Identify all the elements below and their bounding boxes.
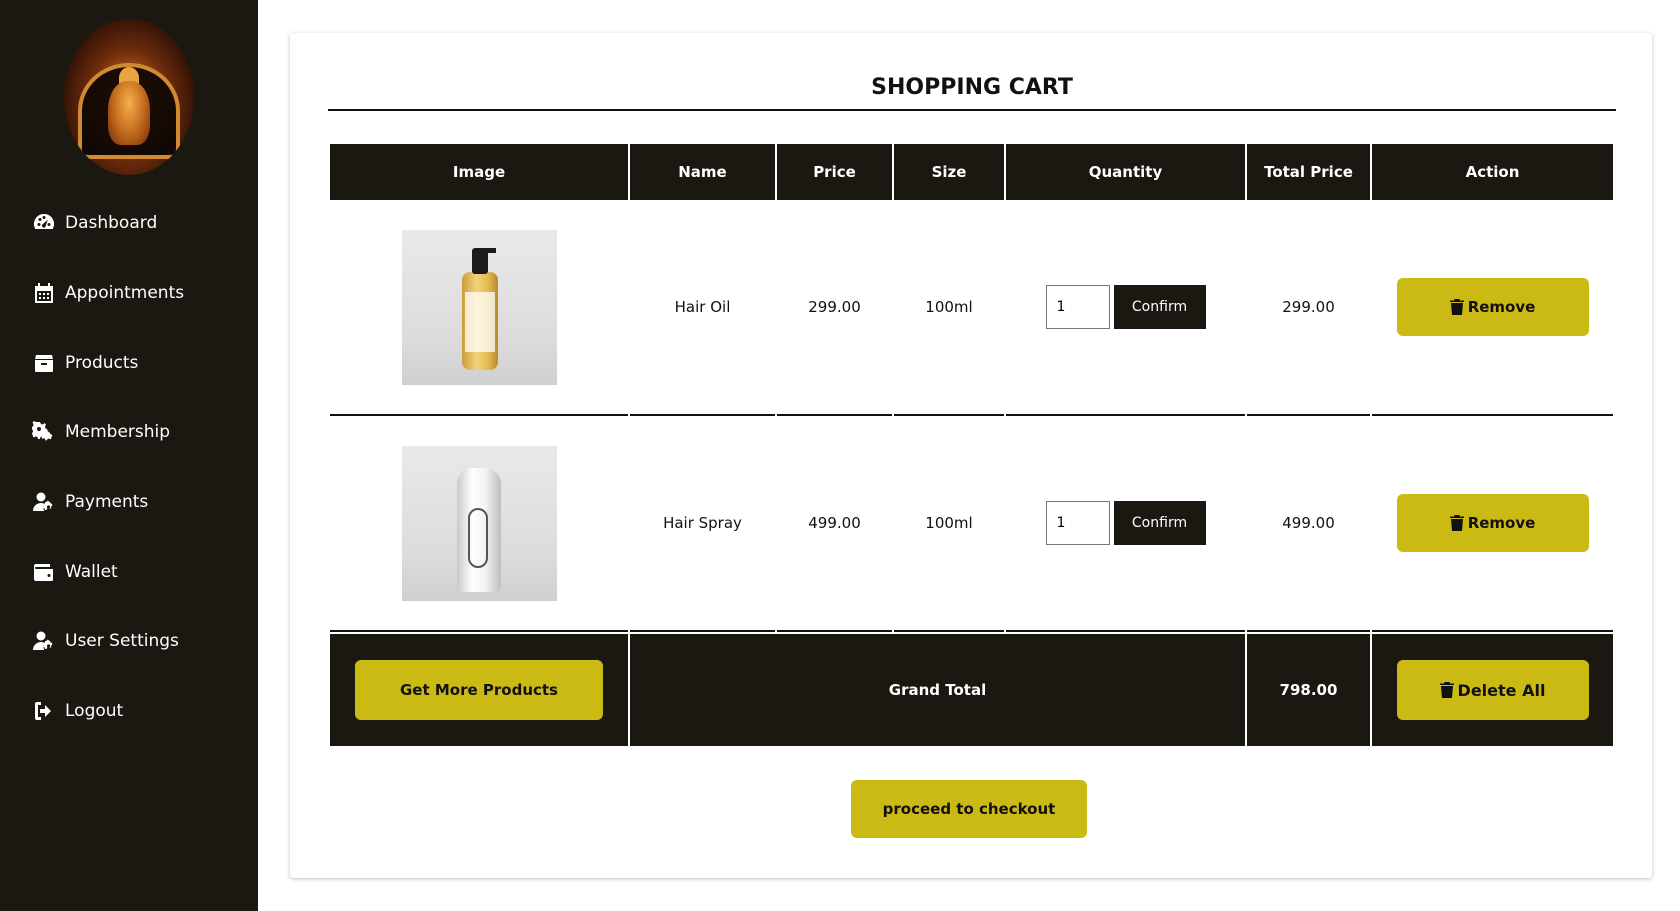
sidebar-item-logout[interactable]: Logout [32, 697, 123, 725]
cart-item-size: 100ml [894, 200, 1004, 416]
title-divider [328, 109, 1616, 111]
cart-item-quantity-cell: Confirm [1006, 416, 1245, 632]
cart-item-action-cell: Remove [1372, 200, 1613, 416]
cart-item-image-cell [330, 416, 628, 632]
sidebar-item-user-settings[interactable]: User Settings [32, 627, 179, 655]
trash-icon [1439, 682, 1454, 698]
wallet-icon [34, 564, 53, 581]
trash-icon [1449, 515, 1464, 531]
quantity-input[interactable] [1045, 285, 1110, 329]
box-icon [35, 355, 53, 372]
get-more-products-button[interactable]: Get More Products [355, 660, 603, 720]
cart-item-image-cell [330, 200, 628, 416]
user-gear-icon [33, 631, 53, 650]
sidebar-item-appointments[interactable]: Appointments [32, 279, 184, 307]
grand-total-label: Grand Total [630, 634, 1245, 746]
cart-item-price: 299.00 [777, 200, 892, 416]
get-more-cell: Get More Products [330, 634, 628, 746]
user-gear-icon [33, 492, 53, 511]
remove-button[interactable]: Remove [1396, 494, 1589, 552]
table-row: Hair Spray 499.00 100ml Confirm 499.00 R… [330, 416, 1613, 632]
sidebar-item-label: Membership [65, 422, 171, 442]
remove-button[interactable]: Remove [1396, 278, 1589, 336]
sidebar-item-label: Wallet [65, 562, 118, 582]
grand-total-row: Get More Products Grand Total 798.00 Del… [330, 634, 1613, 746]
cart-item-action-cell: Remove [1372, 416, 1613, 632]
temple-logo [64, 19, 194, 175]
sidebar-item-label: Logout [65, 701, 124, 721]
delete-all-cell: Delete All [1372, 634, 1613, 746]
cart-item-name: Hair Oil [630, 200, 775, 416]
hair-oil-image [401, 229, 557, 385]
sidebar-item-payments[interactable]: Payments [32, 488, 148, 516]
remove-label: Remove [1467, 514, 1536, 532]
sidebar-item-label: Appointments [65, 283, 185, 303]
sidebar-item-membership[interactable]: Membership [32, 418, 170, 446]
sidebar: Dashboard Appointments Products Membersh… [0, 0, 258, 911]
cart-table: Image Name Price Size Quantity Total Pri… [328, 144, 1615, 746]
gears-icon [32, 421, 53, 441]
cart-item-total: 299.00 [1247, 200, 1370, 416]
cart-item-size: 100ml [894, 416, 1004, 632]
dashboard-icon [33, 213, 55, 229]
sidebar-item-label: Dashboard [65, 213, 158, 233]
cart-card: SHOPPING CART Image Name Price Size Quan… [290, 33, 1652, 878]
sidebar-item-label: User Settings [65, 631, 179, 651]
remove-label: Remove [1467, 298, 1536, 316]
sidebar-item-products[interactable]: Products [32, 349, 138, 377]
trash-icon [1449, 299, 1464, 315]
confirm-button[interactable]: Confirm [1113, 501, 1206, 545]
column-header-quantity: Quantity [1006, 144, 1245, 200]
calendar-icon [35, 283, 53, 303]
sidebar-item-label: Products [65, 353, 139, 373]
column-header-name: Name [630, 144, 775, 200]
column-header-size: Size [894, 144, 1004, 200]
column-header-price: Price [777, 144, 892, 200]
column-header-image: Image [330, 144, 628, 200]
grand-total-value: 798.00 [1247, 634, 1370, 746]
delete-all-label: Delete All [1457, 680, 1546, 700]
cart-item-name: Hair Spray [630, 416, 775, 632]
cart-item-total: 499.00 [1247, 416, 1370, 632]
cart-item-price: 499.00 [777, 416, 892, 632]
page-title: SHOPPING CART [871, 75, 1073, 100]
cart-item-quantity-cell: Confirm [1006, 200, 1245, 416]
proceed-to-checkout-button[interactable]: proceed to checkout [851, 780, 1087, 838]
delete-all-button[interactable]: Delete All [1396, 660, 1589, 720]
quantity-input[interactable] [1045, 501, 1110, 545]
logout-icon [35, 702, 51, 720]
sidebar-item-wallet[interactable]: Wallet [32, 558, 118, 586]
confirm-button[interactable]: Confirm [1113, 285, 1206, 329]
hair-spray-image [401, 445, 557, 601]
sidebar-item-label: Payments [65, 492, 149, 512]
sidebar-item-dashboard[interactable]: Dashboard [32, 209, 157, 237]
column-header-action: Action [1372, 144, 1613, 200]
column-header-total-price: Total Price [1247, 144, 1370, 200]
table-row: Hair Oil 299.00 100ml Confirm 299.00 Rem… [330, 200, 1613, 416]
